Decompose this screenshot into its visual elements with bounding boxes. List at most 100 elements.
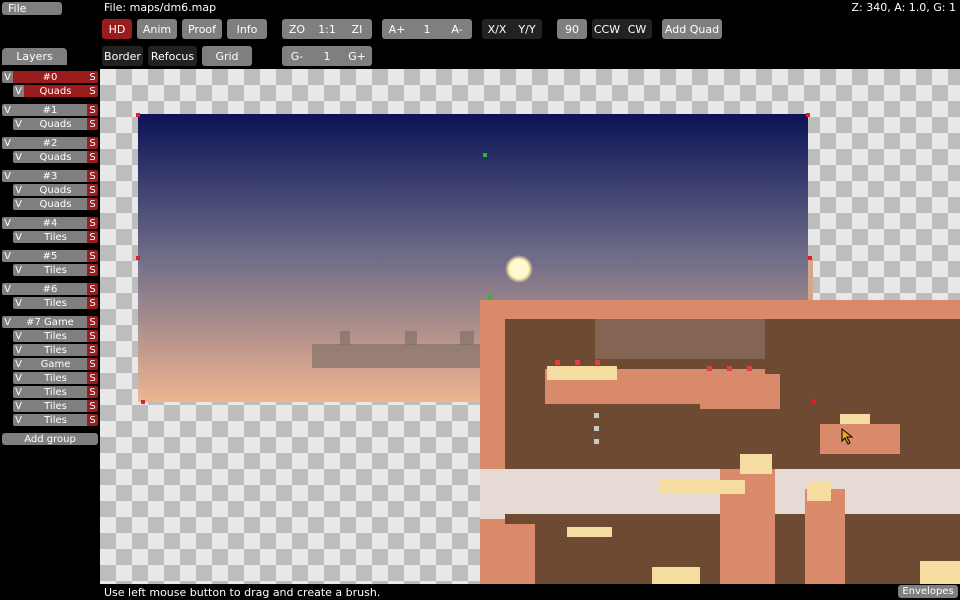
group-solo-toggle[interactable]: S [87, 104, 98, 116]
layer-name[interactable]: Tiles [24, 264, 87, 276]
group-visibility-toggle[interactable]: V [2, 104, 13, 116]
group-visibility-toggle[interactable]: V [2, 71, 13, 83]
layer-row[interactable]: V Quads S [13, 151, 98, 163]
quad-corner-handle[interactable] [136, 113, 140, 117]
layer-visibility-toggle[interactable]: V [13, 231, 24, 243]
layer-name[interactable]: Tiles [24, 231, 87, 243]
group-solo-toggle[interactable]: S [87, 170, 98, 182]
group-visibility-toggle[interactable]: V [2, 137, 13, 149]
group-solo-toggle[interactable]: S [87, 217, 98, 229]
layer-row[interactable]: V Tiles S [13, 414, 98, 426]
layer-name[interactable]: Quads [24, 118, 87, 130]
layer-row[interactable]: V Quads S [13, 184, 98, 196]
layer-row[interactable]: V Tiles S [13, 372, 98, 384]
layer-group-row[interactable]: V #1 S [2, 104, 98, 116]
anim-speed-down-button[interactable]: A- [442, 19, 472, 39]
layer-visibility-toggle[interactable]: V [13, 118, 24, 130]
layer-solo-toggle[interactable]: S [87, 118, 98, 130]
layer-solo-toggle[interactable]: S [87, 358, 98, 370]
layer-row[interactable]: V Quads S [13, 198, 98, 210]
layer-visibility-toggle[interactable]: V [13, 151, 24, 163]
layer-name[interactable]: Tiles [24, 400, 87, 412]
rotation-value-button[interactable]: 90 [557, 19, 587, 39]
group-solo-toggle[interactable]: S [87, 137, 98, 149]
group-name[interactable]: #6 [13, 283, 87, 295]
group-solo-toggle[interactable]: S [87, 283, 98, 295]
layer-visibility-toggle[interactable]: V [13, 264, 24, 276]
envelopes-button[interactable]: Envelopes [898, 585, 958, 598]
layer-visibility-toggle[interactable]: V [13, 344, 24, 356]
add-group-button[interactable]: Add group [2, 433, 98, 445]
zoom-out-button[interactable]: ZO [282, 19, 312, 39]
group-name[interactable]: #3 [13, 170, 87, 182]
layer-row[interactable]: V Tiles S [13, 297, 98, 309]
layer-solo-toggle[interactable]: S [87, 264, 98, 276]
group-name[interactable]: #2 [13, 137, 87, 149]
quad-corner-handle[interactable] [141, 400, 145, 404]
layer-row[interactable]: V Quads S [13, 85, 98, 97]
group-name[interactable]: #1 [13, 104, 87, 116]
layer-visibility-toggle[interactable]: V [13, 358, 24, 370]
group-solo-toggle[interactable]: S [87, 250, 98, 262]
layer-row[interactable]: V Tiles S [13, 231, 98, 243]
layer-row[interactable]: V Tiles S [13, 386, 98, 398]
layer-name[interactable]: Tiles [24, 330, 87, 342]
layer-name[interactable]: Tiles [24, 344, 87, 356]
layer-visibility-toggle[interactable]: V [13, 414, 24, 426]
flip-x-button[interactable]: X/X [482, 19, 512, 39]
layer-row[interactable]: V Game S [13, 358, 98, 370]
group-name[interactable]: #7 Game [13, 316, 87, 328]
quad-center-handle[interactable] [488, 295, 492, 299]
layer-solo-toggle[interactable]: S [87, 184, 98, 196]
layer-solo-toggle[interactable]: S [87, 386, 98, 398]
rotate-cw-button[interactable]: CW [622, 19, 652, 39]
layer-solo-toggle[interactable]: S [87, 344, 98, 356]
grid-decrease-button[interactable]: G- [282, 46, 312, 66]
group-visibility-toggle[interactable]: V [2, 217, 13, 229]
layer-name[interactable]: Quads [24, 184, 87, 196]
add-quad-button[interactable]: Add Quad [662, 19, 722, 39]
group-visibility-toggle[interactable]: V [2, 250, 13, 262]
group-name[interactable]: #0 [13, 71, 87, 83]
layer-row[interactable]: V Quads S [13, 118, 98, 130]
zoom-in-button[interactable]: ZI [342, 19, 372, 39]
group-visibility-toggle[interactable]: V [2, 316, 13, 328]
group-solo-toggle[interactable]: S [87, 71, 98, 83]
layer-name[interactable]: Tiles [24, 297, 87, 309]
layer-group-row[interactable]: V #7 Game S [2, 316, 98, 328]
quad-center-handle[interactable] [483, 153, 487, 157]
grid-toggle-button[interactable]: Grid [202, 46, 252, 66]
refocus-button[interactable]: Refocus [148, 46, 197, 66]
layer-row[interactable]: V Tiles S [13, 400, 98, 412]
layer-solo-toggle[interactable]: S [87, 414, 98, 426]
layer-group-row[interactable]: V #4 S [2, 217, 98, 229]
border-button[interactable]: Border [102, 46, 143, 66]
layer-visibility-toggle[interactable]: V [13, 386, 24, 398]
flip-y-button[interactable]: Y/Y [512, 19, 542, 39]
group-name[interactable]: #5 [13, 250, 87, 262]
layer-solo-toggle[interactable]: S [87, 198, 98, 210]
anim-toggle-button[interactable]: Anim [137, 19, 177, 39]
group-name[interactable]: #4 [13, 217, 87, 229]
anim-speed-up-button[interactable]: A+ [382, 19, 412, 39]
layer-visibility-toggle[interactable]: V [13, 85, 24, 97]
layer-name[interactable]: Tiles [24, 386, 87, 398]
layer-row[interactable]: V Tiles S [13, 330, 98, 342]
layer-group-row[interactable]: V #6 S [2, 283, 98, 295]
layer-name[interactable]: Game [24, 358, 87, 370]
grid-increase-button[interactable]: G+ [342, 46, 372, 66]
layer-solo-toggle[interactable]: S [87, 400, 98, 412]
group-visibility-toggle[interactable]: V [2, 283, 13, 295]
info-toggle-button[interactable]: Info [227, 19, 267, 39]
quad-corner-handle[interactable] [812, 399, 816, 403]
layer-visibility-toggle[interactable]: V [13, 198, 24, 210]
layer-name[interactable]: Tiles [24, 414, 87, 426]
layer-solo-toggle[interactable]: S [87, 231, 98, 243]
layer-solo-toggle[interactable]: S [87, 297, 98, 309]
layer-solo-toggle[interactable]: S [87, 85, 98, 97]
layer-solo-toggle[interactable]: S [87, 330, 98, 342]
quad-corner-handle[interactable] [808, 256, 812, 260]
layer-group-row[interactable]: V #2 S [2, 137, 98, 149]
layer-row[interactable]: V Tiles S [13, 264, 98, 276]
map-canvas[interactable] [100, 69, 960, 584]
